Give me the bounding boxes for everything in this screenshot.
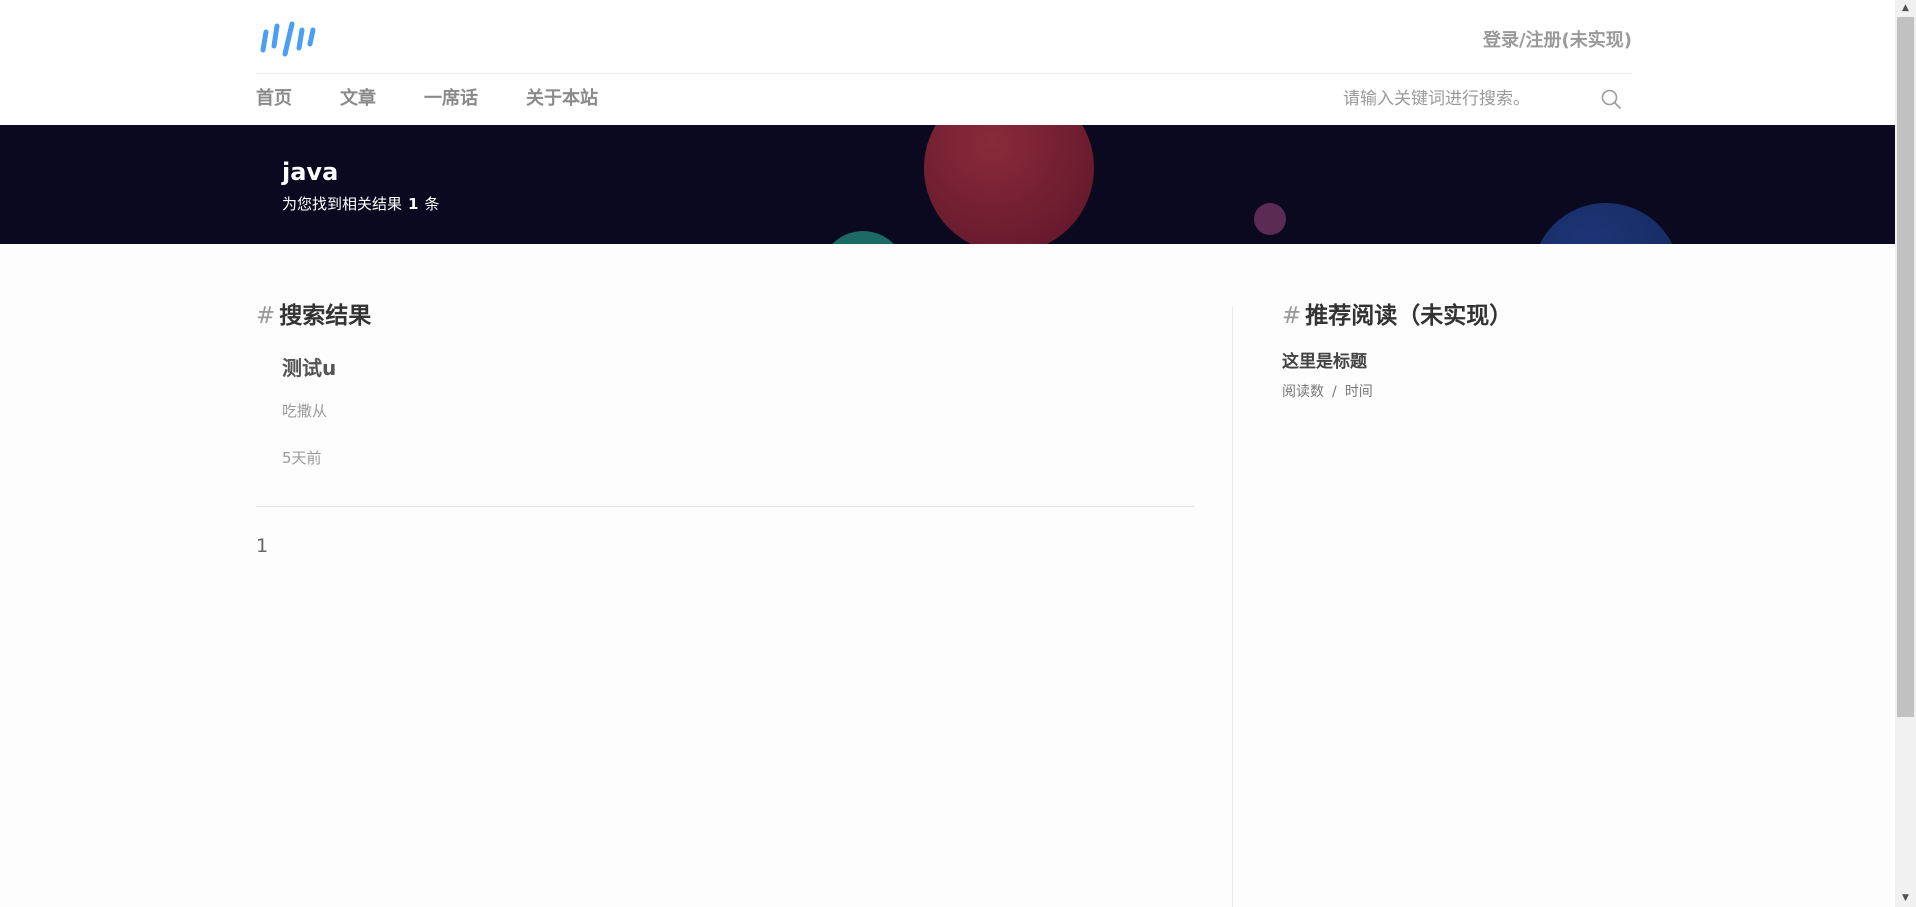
result-count-value: 1 xyxy=(408,195,419,213)
decorative-circle xyxy=(1532,203,1680,244)
main-nav: 首页 文章 一席话 关于本站 xyxy=(256,86,646,112)
search-input[interactable] xyxy=(1343,89,1573,109)
result-count-text: 为您找到相关结果 1 条 xyxy=(282,193,439,214)
logo-icon[interactable] xyxy=(256,18,318,58)
recommend-time: 时间 xyxy=(1344,384,1373,400)
search-results-section: # 搜索结果 测试u 吃撒从 5天前 1 xyxy=(256,300,1194,557)
divider xyxy=(256,506,1194,507)
column-divider xyxy=(1232,306,1233,907)
section-title-text: 搜索结果 xyxy=(279,303,372,329)
result-count-prefix: 为您找到相关结果 xyxy=(282,195,403,213)
result-title[interactable]: 测试u xyxy=(282,354,1194,382)
search-icon[interactable] xyxy=(1599,87,1623,111)
nav-item-talk[interactable]: 一席话 xyxy=(424,86,478,112)
nav-item-articles[interactable]: 文章 xyxy=(340,86,376,112)
hash-mark: # xyxy=(256,303,276,329)
scroll-down-arrow-icon[interactable]: ▼ xyxy=(1895,890,1916,907)
decorative-circle xyxy=(1254,203,1286,235)
pagination-page-1[interactable]: 1 xyxy=(256,535,268,557)
search-keyword: java xyxy=(282,158,339,186)
site-header: 登录/注册(未实现) 首页 文章 一席话 关于本站 xyxy=(0,0,1895,125)
login-register-link[interactable]: 登录/注册(未实现) xyxy=(1483,26,1632,52)
result-summary: 吃撒从 xyxy=(282,402,328,420)
decorative-circle xyxy=(820,231,906,244)
result-time: 5天前 xyxy=(282,449,322,467)
search-box xyxy=(1343,84,1623,114)
nav-item-about[interactable]: 关于本站 xyxy=(526,86,598,112)
recommend-reads: 阅读数 xyxy=(1282,384,1324,400)
recommend-item[interactable]: 这里是标题 阅读数 / 时间 xyxy=(1282,350,1622,402)
result-item[interactable]: 测试u 吃撒从 5天前 xyxy=(256,354,1194,506)
page-scrollbar[interactable]: ▲ ▼ xyxy=(1895,0,1916,907)
section-title-text: 推荐阅读（未实现） xyxy=(1305,303,1513,329)
search-banner: java 为您找到相关结果 1 条 xyxy=(0,125,1895,244)
result-count-suffix: 条 xyxy=(424,195,440,213)
recommend-title[interactable]: 这里是标题 xyxy=(1282,350,1622,374)
recommend-section: # 推荐阅读（未实现） 这里是标题 阅读数 / 时间 xyxy=(1282,300,1622,402)
section-title: # 搜索结果 xyxy=(256,300,1194,332)
meta-separator: / xyxy=(1332,384,1337,400)
header-divider xyxy=(256,73,1632,74)
nav-item-home[interactable]: 首页 xyxy=(256,86,292,112)
scrollbar-thumb[interactable] xyxy=(1897,17,1914,717)
scroll-up-arrow-icon[interactable]: ▲ xyxy=(1895,0,1916,17)
decorative-circle xyxy=(924,125,1094,244)
section-title: # 推荐阅读（未实现） xyxy=(1282,300,1622,332)
hash-mark: # xyxy=(1282,303,1302,329)
recommend-meta: 阅读数 / 时间 xyxy=(1282,382,1622,402)
